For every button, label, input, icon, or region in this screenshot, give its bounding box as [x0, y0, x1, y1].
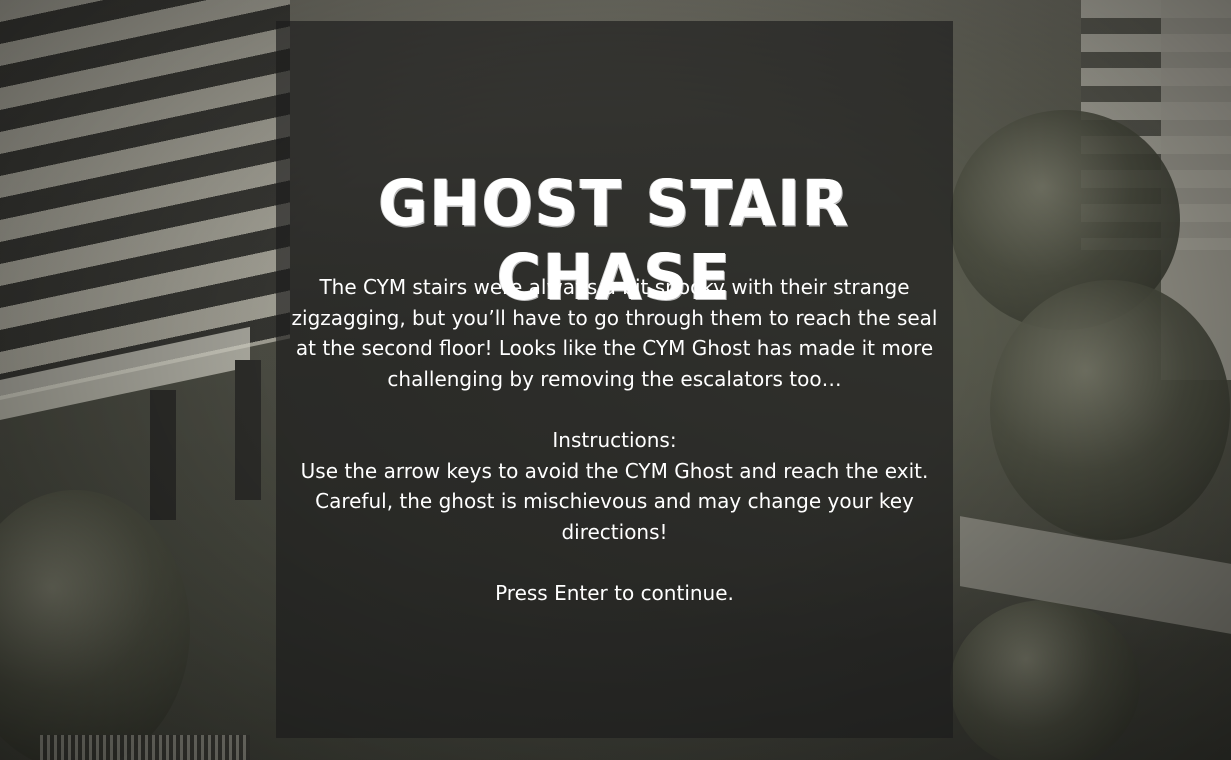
instructions-text: Use the arrow keys to avoid the CYM Ghos…: [300, 458, 929, 544]
continue-prompt[interactable]: Press Enter to continue.: [288, 578, 941, 609]
instructions-heading: Instructions:: [552, 427, 677, 452]
intro-panel: GHOST STAIR CHASE The CYM stairs were al…: [276, 21, 953, 738]
intro-body: The CYM stairs were always a bit spooky …: [288, 272, 941, 609]
game-screen: GHOST STAIR CHASE The CYM stairs were al…: [0, 0, 1231, 760]
story-text: The CYM stairs were always a bit spooky …: [291, 275, 938, 391]
